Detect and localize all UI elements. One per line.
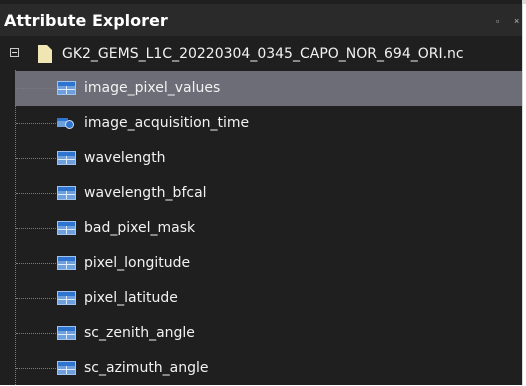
tree-item-sc-azimuth-angle[interactable]: sc_azimuth_angle [0, 351, 522, 386]
tree-connector [16, 333, 56, 334]
tree-connector [16, 368, 56, 369]
tree-item-label: bad_pixel_mask [84, 220, 196, 236]
tree-connector [16, 88, 56, 89]
tree-item-wavelength-bfcal[interactable]: wavelength_bfcal [0, 176, 522, 211]
attribute-tree: image_pixel_values image_acquisition_tim… [0, 71, 522, 386]
tree-item-image-acquisition-time[interactable]: image_acquisition_time [0, 106, 522, 141]
table-icon [57, 81, 76, 95]
tree-item-image-pixel-values[interactable]: image_pixel_values [0, 71, 522, 106]
close-icon[interactable]: × [514, 16, 519, 26]
tree-connector [16, 228, 56, 229]
tree-root-file[interactable]: GK2_GEMS_L1C_20220304_0345_CAPO_NOR_694_… [0, 38, 522, 70]
tree-item-label: sc_azimuth_angle [84, 360, 209, 376]
table-icon [57, 256, 76, 270]
tree-item-wavelength[interactable]: wavelength [0, 141, 522, 176]
table-icon [57, 186, 76, 200]
tree-connector [16, 193, 56, 194]
table-icon [57, 326, 76, 340]
panel-titlebar[interactable]: Attribute Explorer ▫ × [0, 4, 522, 36]
tree-item-sc-zenith-angle[interactable]: sc_zenith_angle [0, 316, 522, 351]
tree-item-pixel-longitude[interactable]: pixel_longitude [0, 246, 522, 281]
attribute-explorer-panel: Attribute Explorer ▫ × GK2_GEMS_L1C_2022… [0, 0, 523, 385]
tree-item-label: sc_zenith_angle [84, 325, 195, 341]
tree-connector [16, 123, 56, 124]
tree-item-label: image_pixel_values [84, 80, 221, 96]
tree-item-label: pixel_latitude [84, 290, 178, 306]
tree-item-bad-pixel-mask[interactable]: bad_pixel_mask [0, 211, 522, 246]
table-icon [57, 151, 76, 165]
tree-item-label: image_acquisition_time [84, 115, 250, 131]
table-icon [57, 361, 76, 375]
table-icon [57, 221, 76, 235]
collapse-toggle-icon[interactable] [10, 48, 19, 57]
tree-item-label: wavelength_bfcal [84, 185, 207, 201]
tree-item-label: pixel_longitude [84, 255, 191, 271]
tree-item-pixel-latitude[interactable]: pixel_latitude [0, 281, 522, 316]
tree-connector [16, 263, 56, 264]
tree-item-label: wavelength [84, 150, 166, 166]
float-window-icon[interactable]: ▫ [496, 16, 499, 26]
table-icon [57, 291, 76, 305]
panel-title: Attribute Explorer [4, 11, 168, 30]
file-icon [38, 45, 52, 63]
tree-connector [16, 158, 56, 159]
tree-connector [16, 298, 56, 299]
time-attribute-icon [57, 116, 76, 130]
tree-root-label: GK2_GEMS_L1C_20220304_0345_CAPO_NOR_694_… [62, 46, 464, 62]
